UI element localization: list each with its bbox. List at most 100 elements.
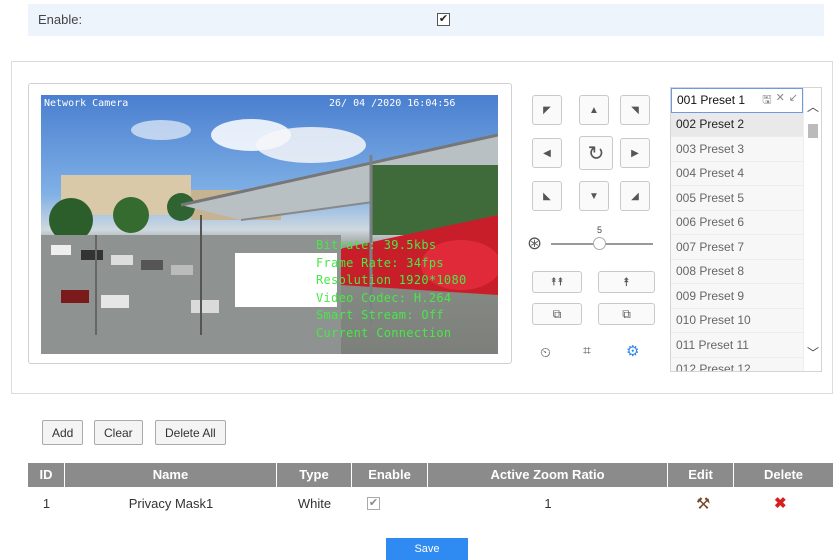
row-name: Privacy Mask1 (128, 496, 214, 511)
delete-icon[interactable]: ✖ (774, 494, 787, 512)
ptz-panel: Network Camera 26/ 04 /2020 16:04:56 Bit… (11, 61, 833, 394)
focus-far-icon: ⧉ (622, 306, 631, 321)
speed-value: 5 (597, 225, 603, 235)
osd-stats: Bitrate: 39.5kbs Frame Rate: 34fps Resol… (316, 237, 496, 342)
arrow-down-left-icon: ◣ (543, 190, 551, 202)
zoom-in-icon: ⯭⯭ (550, 275, 564, 288)
settings-gear-icon[interactable]: ⚙ (626, 342, 639, 360)
preset-label: 011 Preset 11 (676, 337, 749, 352)
preset-item[interactable]: 007 Preset 7 (671, 235, 803, 260)
delete-preset-icon[interactable]: ✕ (776, 91, 785, 110)
focus-near-button[interactable]: ⧉ (532, 303, 582, 325)
timer-icon[interactable]: ⏲ (540, 344, 551, 361)
osd-current-connection: Current Connection (316, 325, 452, 340)
zoom-out-icon: ⯭ (622, 274, 631, 289)
arrow-down-right-icon: ◢ (631, 190, 639, 202)
arrow-down-icon: ▼ (589, 190, 599, 202)
osd-smart-stream: Smart Stream: Off (316, 308, 444, 322)
arrow-up-right-icon: ◥ (631, 104, 639, 116)
call-preset-icon[interactable]: ↙ (789, 91, 798, 110)
zoom-in-button[interactable]: ⯭⯭ (532, 271, 582, 293)
preset-item[interactable]: 009 Preset 9 (671, 284, 803, 309)
preset-label: 004 Preset 4 (676, 166, 745, 181)
preset-item[interactable]: 004 Preset 4 (671, 161, 803, 186)
osd-camera-name: Network Camera (44, 98, 129, 109)
preset-label: 010 Preset 10 (676, 313, 751, 328)
osd-frame-rate: Frame Rate: 34fps (316, 255, 444, 270)
ptz-speed-control: ⊛ 5 (527, 225, 657, 258)
preset-item[interactable]: 002 Preset 2 (671, 112, 803, 137)
enable-checkbox[interactable]: ✔ (437, 13, 450, 26)
preset-label: 007 Preset 7 (676, 239, 745, 254)
rotate-icon: ↻ (587, 142, 605, 165)
add-button[interactable]: Add (42, 420, 84, 445)
ptz-down-left-button[interactable]: ◣ (532, 181, 562, 211)
enable-label: Enable: (38, 12, 83, 27)
ptz-up-button[interactable]: ▲ (579, 95, 609, 125)
speed-gauge-icon: ⊛ (527, 233, 543, 253)
preset-label: 006 Preset 6 (676, 215, 745, 230)
osd-bitrate: Bitrate: 39.5kbs (316, 238, 437, 252)
row-zoom-ratio: 1 (544, 496, 552, 511)
preset-item[interactable]: 011 Preset 11 (671, 333, 803, 358)
col-type: Type (277, 463, 352, 487)
ptz-down-right-button[interactable]: ◢ (620, 181, 650, 211)
preset-item[interactable]: 010 Preset 10 (671, 308, 803, 333)
row-enable-checkbox[interactable]: ✔ (367, 497, 380, 510)
arrow-right-icon: ▶ (631, 147, 639, 159)
col-name: Name (65, 463, 277, 487)
preset-item[interactable]: 003 Preset 3 (671, 137, 803, 162)
preset-item[interactable]: 006 Preset 6 (671, 210, 803, 235)
arrow-up-left-icon: ◤ (543, 104, 551, 116)
ptz-down-button[interactable]: ▼ (579, 181, 609, 211)
osd-timestamp: 26/ 04 /2020 16:04:56 (329, 98, 456, 109)
zoom-out-button[interactable]: ⯭ (598, 271, 655, 293)
col-active-zoom-ratio: Active Zoom Ratio (428, 463, 668, 487)
mask-table-header: ID Name Type Enable Active Zoom Ratio Ed… (28, 463, 833, 487)
preset-actions: 🖫 ✕ ↙ (762, 91, 798, 110)
scroll-down-icon[interactable]: ﹀ (807, 344, 819, 361)
preset-item[interactable]: 001 Preset 1 🖫 ✕ ↙ (671, 88, 803, 113)
preset-list: 001 Preset 1 🖫 ✕ ↙ 002 Preset 2 003 Preset 3 0… (670, 87, 822, 372)
col-enable: Enable (352, 463, 428, 487)
preset-label: 001 Preset 1 (677, 93, 746, 108)
preset-item[interactable]: 008 Preset 8 (671, 259, 803, 284)
delete-all-button[interactable]: Delete All (155, 420, 226, 445)
row-id: 1 (42, 496, 51, 511)
focus-far-button[interactable]: ⧉ (598, 303, 655, 325)
clear-button[interactable]: Clear (94, 420, 143, 445)
preset-label: 005 Preset 5 (676, 190, 745, 205)
ptz-left-button[interactable]: ◀ (532, 138, 562, 168)
preset-label: 002 Preset 2 (676, 117, 745, 132)
row-type: White (297, 496, 332, 511)
live-video[interactable]: Network Camera 26/ 04 /2020 16:04:56 Bit… (41, 95, 498, 354)
preset-label: 003 Preset 3 (676, 141, 745, 156)
preset-items: 001 Preset 1 🖫 ✕ ↙ 002 Preset 2 003 Preset 3 0… (671, 88, 803, 372)
preset-label: 009 Preset 9 (676, 288, 745, 303)
preset-item[interactable]: 005 Preset 5 (671, 186, 803, 211)
col-id: ID (28, 463, 65, 487)
save-button[interactable]: Save (386, 538, 468, 560)
fit-frame-icon[interactable]: ⌗ (583, 342, 591, 359)
enable-row: Enable: ✔ (28, 4, 824, 36)
focus-near-icon: ⧉ (552, 306, 562, 321)
arrow-up-icon: ▲ (589, 104, 599, 116)
video-frame: Network Camera 26/ 04 /2020 16:04:56 Bit… (28, 83, 512, 364)
ptz-right-button[interactable]: ▶ (620, 138, 650, 168)
osd-resolution: Resolution 1920*1080 (316, 273, 467, 287)
ptz-auto-scan-button[interactable]: ↻ (579, 136, 613, 170)
arrow-left-icon: ◀ (543, 147, 551, 159)
scroll-up-icon[interactable]: ︿ (807, 98, 819, 115)
preset-item[interactable]: 012 Preset 12 (671, 357, 803, 372)
preset-label: 012 Preset 12 (676, 362, 751, 372)
save-preset-icon[interactable]: 🖫 (762, 91, 771, 110)
ptz-up-left-button[interactable]: ◤ (532, 95, 562, 125)
preset-scrollbar[interactable]: ︿ ﹀ (803, 88, 821, 371)
osd-video-codec: Video Codec: H.264 (316, 290, 452, 305)
col-delete: Delete (763, 467, 804, 482)
edit-tools-icon[interactable]: ⚒ (696, 494, 710, 514)
col-edit: Edit (668, 463, 734, 487)
scroll-thumb[interactable] (808, 124, 818, 138)
speed-slider-handle[interactable] (593, 237, 606, 250)
ptz-up-right-button[interactable]: ◥ (620, 95, 650, 125)
